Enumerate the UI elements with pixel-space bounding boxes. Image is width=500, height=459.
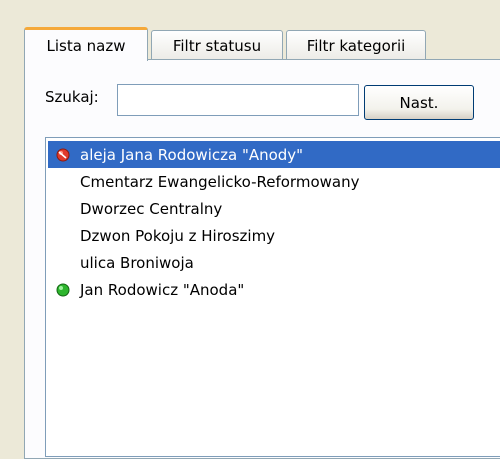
search-label: Szukaj: bbox=[45, 88, 99, 106]
list-item[interactable]: aleja Jana Rodowicza "Anody" bbox=[48, 141, 500, 168]
list-item-label: Jan Rodowicz "Anoda" bbox=[80, 280, 245, 299]
list-item[interactable]: Dzwon Pokoju z Hiroszimy bbox=[48, 222, 500, 249]
list-item[interactable]: Dworzec Centralny bbox=[48, 195, 500, 222]
list-item[interactable]: Cmentarz Ewangelicko-Reformowany bbox=[48, 168, 500, 195]
next-button[interactable]: Nast. bbox=[364, 85, 474, 120]
green-status-icon bbox=[52, 276, 74, 303]
tab-label: Filtr statusu bbox=[172, 36, 262, 55]
list-item[interactable]: ulica Broniwoja bbox=[48, 249, 500, 276]
tab-label: Lista nazw bbox=[46, 36, 126, 55]
list-item-label: aleja Jana Rodowicza "Anody" bbox=[80, 145, 304, 164]
red-status-icon bbox=[52, 141, 74, 168]
tab-filtr-statusu[interactable]: Filtr statusu bbox=[151, 30, 283, 60]
tab-label: Filtr kategorii bbox=[306, 36, 406, 55]
tab-filtr-kategorii[interactable]: Filtr kategorii bbox=[286, 30, 426, 60]
list-item-label: ulica Broniwoja bbox=[80, 253, 194, 272]
list-item-label: Dworzec Centralny bbox=[80, 199, 223, 218]
list-item-label: Dzwon Pokoju z Hiroszimy bbox=[80, 226, 276, 245]
tab-lista-nazw[interactable]: Lista nazw bbox=[24, 27, 148, 61]
list-item[interactable]: Jan Rodowicz "Anoda" bbox=[48, 276, 500, 303]
results-list[interactable]: aleja Jana Rodowicza "Anody" Cmentarz Ew… bbox=[45, 137, 500, 457]
search-input[interactable] bbox=[117, 84, 359, 116]
list-item-label: Cmentarz Ewangelicko-Reformowany bbox=[80, 172, 360, 191]
